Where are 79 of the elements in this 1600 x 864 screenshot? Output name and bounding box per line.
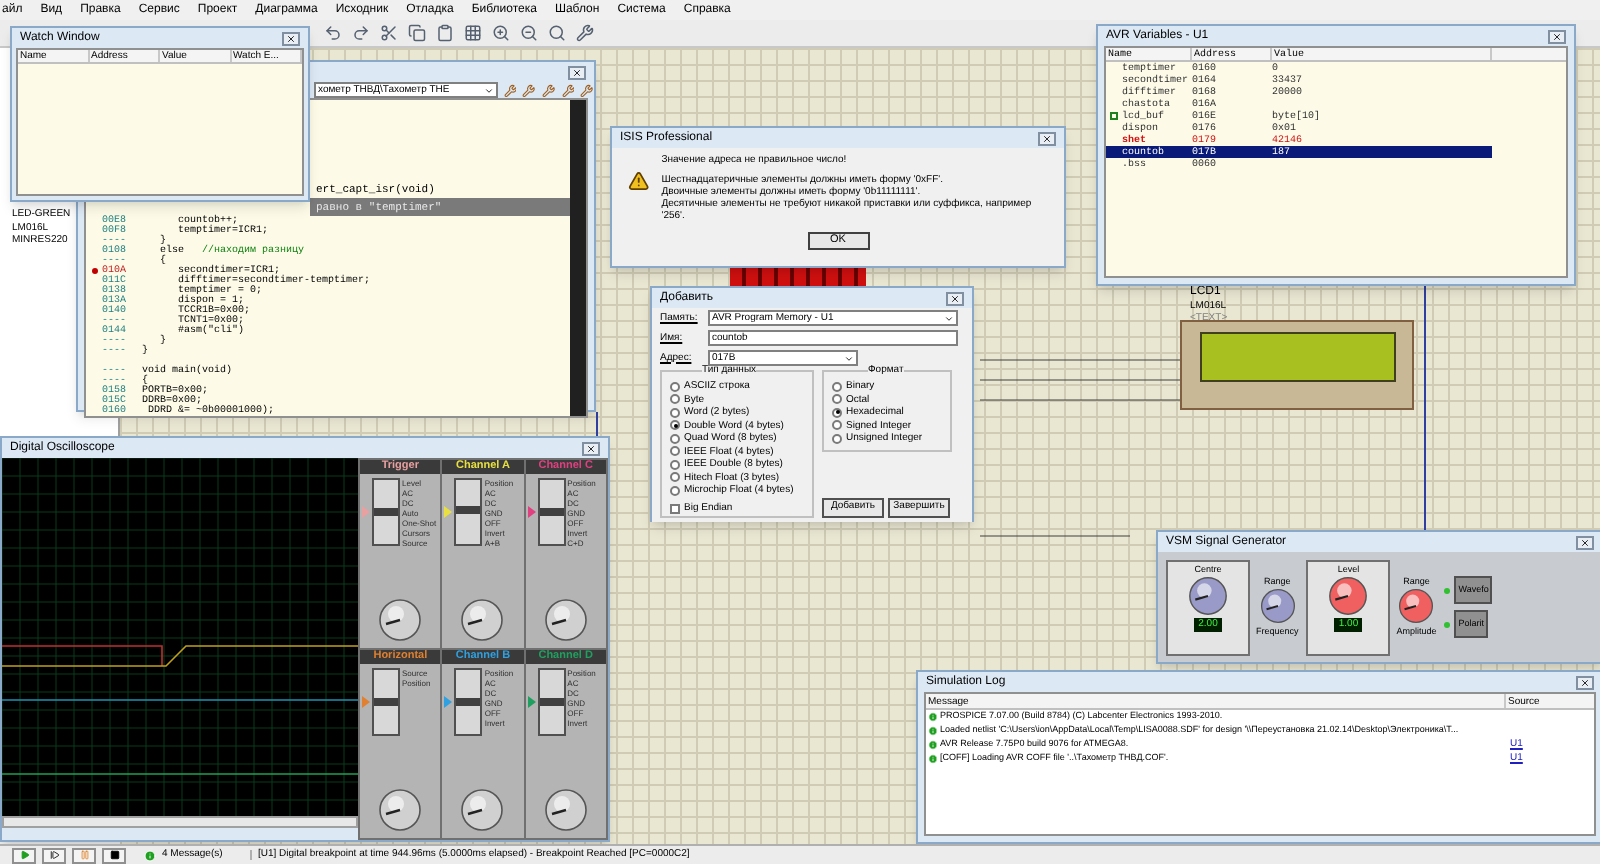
play-button[interactable] xyxy=(12,847,36,863)
toolbar-icon[interactable] xyxy=(464,24,482,42)
radio-button[interactable] xyxy=(670,472,680,483)
radio-button[interactable] xyxy=(832,394,842,405)
radio-button[interactable] xyxy=(670,433,680,444)
close-button[interactable] xyxy=(568,65,586,79)
checkbox[interactable] xyxy=(670,503,680,513)
position-slider[interactable] xyxy=(454,478,483,546)
radio-button[interactable] xyxy=(832,420,842,431)
indicator-light xyxy=(1444,587,1451,593)
indicator-light xyxy=(1444,621,1451,627)
horizontal-scrollbar[interactable] xyxy=(2,816,358,828)
position-slider[interactable] xyxy=(537,668,566,736)
toolbar-icon[interactable] xyxy=(436,24,454,42)
debug-tool-icon[interactable] xyxy=(580,83,595,97)
toolbar-icon[interactable] xyxy=(352,24,370,42)
radio-button[interactable] xyxy=(832,407,842,418)
radio-button[interactable] xyxy=(670,420,680,431)
knob-icon xyxy=(1259,588,1296,624)
close-button[interactable] xyxy=(1548,29,1566,43)
slider-thumb[interactable] xyxy=(539,698,564,706)
knob-icon xyxy=(378,788,423,832)
step-icon xyxy=(49,850,59,860)
knob-icon xyxy=(543,598,588,642)
position-slider[interactable] xyxy=(454,668,483,736)
caret-icon xyxy=(944,313,954,323)
toolbar-icon[interactable] xyxy=(492,24,510,42)
breakpoint-icon xyxy=(91,268,97,274)
radio-button[interactable] xyxy=(670,407,680,418)
debug-tool-icon[interactable] xyxy=(542,83,556,97)
slider-thumb[interactable] xyxy=(374,698,398,706)
knob-icon xyxy=(543,788,588,832)
debug-tool-icon[interactable] xyxy=(522,83,536,97)
radio-button[interactable] xyxy=(670,459,680,470)
radio-button[interactable] xyxy=(670,485,680,496)
toolbar-icon[interactable] xyxy=(324,24,342,42)
position-slider[interactable] xyxy=(372,478,400,546)
radio-button[interactable] xyxy=(832,381,842,392)
stop-icon xyxy=(109,850,119,860)
slider-thumb[interactable] xyxy=(374,508,398,516)
info-icon xyxy=(144,849,156,861)
radio-button[interactable] xyxy=(670,446,680,457)
toolbar-icon[interactable] xyxy=(408,24,426,42)
step-button[interactable] xyxy=(42,847,66,863)
toolbar-icon[interactable] xyxy=(548,24,566,42)
knob-icon xyxy=(1188,575,1228,615)
slider-thumb[interactable] xyxy=(539,508,564,516)
knob-icon xyxy=(378,598,423,642)
knob-icon xyxy=(460,788,505,832)
knob-icon xyxy=(1328,575,1369,615)
radio-button[interactable] xyxy=(832,433,842,444)
bus-line xyxy=(596,412,598,436)
knob-icon xyxy=(1398,588,1435,624)
radio-button[interactable] xyxy=(670,381,680,392)
toolbar-icon[interactable] xyxy=(520,24,538,42)
knob-icon xyxy=(460,598,505,642)
close-button[interactable] xyxy=(1038,131,1056,145)
close-button[interactable] xyxy=(946,291,964,305)
debug-tool-icon[interactable] xyxy=(503,83,517,97)
stop-button[interactable] xyxy=(102,847,126,863)
toolbar-icon[interactable] xyxy=(380,24,398,42)
close-button[interactable] xyxy=(582,441,600,455)
slider-thumb[interactable] xyxy=(456,698,481,706)
close-button[interactable] xyxy=(282,31,300,45)
slider-thumb[interactable] xyxy=(456,505,481,514)
warning-icon xyxy=(628,170,650,192)
radio-button[interactable] xyxy=(670,394,680,405)
toolbar-icon[interactable] xyxy=(576,24,594,42)
close-button[interactable] xyxy=(1576,675,1594,689)
position-slider[interactable] xyxy=(537,478,566,546)
debug-tool-icon[interactable] xyxy=(561,83,575,97)
close-button[interactable] xyxy=(1576,535,1594,549)
caret-icon xyxy=(483,85,494,95)
position-slider[interactable] xyxy=(372,668,400,736)
expand-icon[interactable] xyxy=(1110,112,1118,120)
caret-icon xyxy=(844,353,854,363)
scrollbar[interactable] xyxy=(570,100,586,416)
pause-icon xyxy=(79,850,89,860)
play-icon xyxy=(19,850,29,860)
